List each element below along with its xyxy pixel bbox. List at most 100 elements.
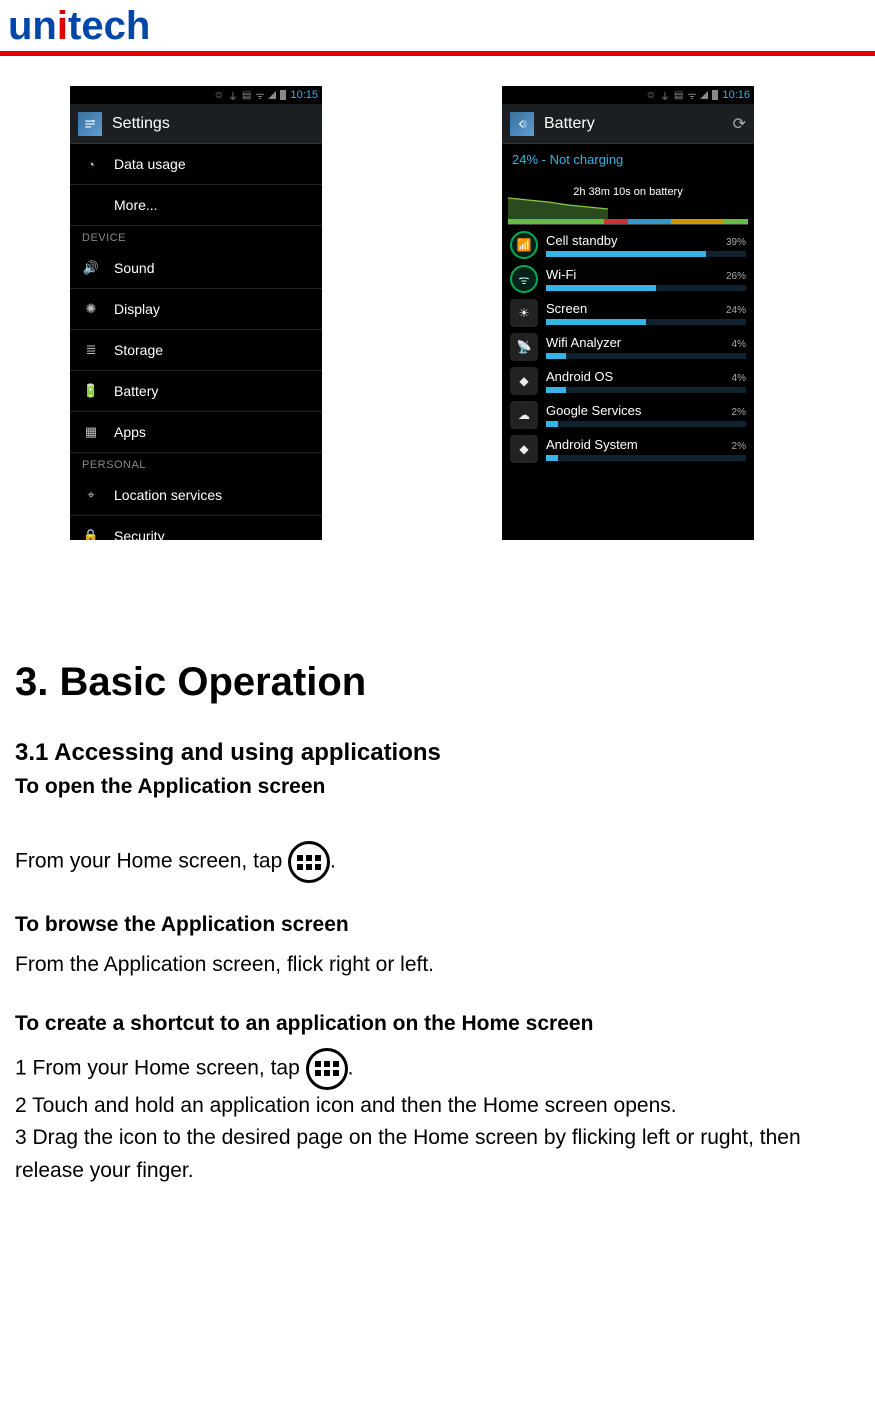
usage-bar: [546, 353, 746, 359]
usage-percent: 4%: [732, 339, 746, 350]
settings-icon[interactable]: [78, 112, 102, 136]
usage-name: Screen: [546, 301, 587, 316]
storage-icon: ≣: [82, 342, 100, 358]
battery-curve: [508, 177, 608, 219]
row-label: Security: [114, 528, 165, 540]
app-icon: 📡: [510, 333, 538, 361]
section-device: DEVICE: [70, 226, 322, 248]
usage-name: Wifi Analyzer: [546, 335, 621, 350]
screenshot-settings: ☺ ⏚ ▤ ᯤ 10:15 Settings ◔Data usage More.…: [70, 86, 322, 540]
row-location[interactable]: ⌖Location services: [70, 475, 322, 516]
usage-row[interactable]: ◆ Android System 2%: [502, 429, 754, 463]
para-open-app: From your Home screen, tap .: [15, 841, 860, 883]
usage-list: 📶Cell standby39%ᯤWi-Fi26%☀Screen24%📡Wifi…: [502, 225, 754, 463]
signal-icon: [268, 91, 276, 99]
row-sound[interactable]: 🔊 Sound: [70, 248, 322, 289]
row-apps[interactable]: ▦ Apps: [70, 412, 322, 453]
step-3: 3 Drag the icon to the desired page on t…: [15, 1122, 860, 1187]
back-icon[interactable]: [510, 112, 534, 136]
usage-percent: 4%: [732, 373, 746, 384]
sound-icon: 🔊: [82, 260, 100, 276]
usage-bar: [546, 387, 746, 393]
usage-name: Wi-Fi: [546, 267, 576, 282]
sub-browse: To browse the Application screen: [15, 913, 860, 937]
section-personal: PERSONAL: [70, 453, 322, 475]
app-icon: ◆: [510, 367, 538, 395]
data-usage-icon: ◔: [82, 157, 100, 172]
text: 1 From your Home screen, tap: [15, 1056, 306, 1079]
usage-percent: 39%: [726, 237, 746, 248]
row-display[interactable]: ✺Display: [70, 289, 322, 330]
screenshot-battery: ☺ ⏚ ▤ ᯤ 10:16 Battery ⟳ 24% - Not chargi…: [502, 86, 754, 540]
usage-name: Cell standby: [546, 233, 618, 248]
chart-segment-bar: [508, 219, 748, 224]
usage-bar: [546, 421, 746, 427]
settings-list: ◔Data usage More... DEVICE 🔊 Sound ✺Displ…: [70, 144, 322, 540]
row-more[interactable]: More...: [70, 185, 322, 226]
battery-chart[interactable]: 2h 38m 10s on battery: [508, 171, 748, 225]
sd-icon: ▤: [242, 90, 251, 101]
usage-bar: [546, 285, 746, 291]
refresh-icon[interactable]: ⟳: [733, 114, 746, 134]
usage-name: Android OS: [546, 369, 613, 384]
usage-row[interactable]: 📶Cell standby39%: [502, 225, 754, 259]
app-bar[interactable]: Settings: [70, 104, 322, 144]
statusbar: ☺ ⏚ ▤ ᯤ 10:16: [502, 86, 754, 104]
usb-icon: ⏚: [228, 88, 238, 103]
app-bar-title: Battery: [544, 115, 723, 133]
row-data-usage[interactable]: ◔Data usage: [70, 144, 322, 185]
usage-row[interactable]: ☀Screen24%: [502, 293, 754, 327]
row-storage[interactable]: ≣Storage: [70, 330, 322, 371]
usage-percent: 2%: [732, 407, 746, 418]
row-label: Battery: [114, 383, 158, 399]
clock: 10:16: [722, 89, 750, 101]
usage-bar: [546, 319, 746, 325]
usage-percent: 24%: [726, 305, 746, 316]
page-header: unitech: [0, 0, 875, 49]
heading-2: 3.1 Accessing and using applications: [15, 739, 860, 767]
step-1: 1 From your Home screen, tap .: [15, 1048, 860, 1090]
wifi-icon: ᯤ: [687, 88, 696, 102]
row-label: Apps: [114, 424, 146, 440]
screenshot-row: ☺ ⏚ ▤ ᯤ 10:15 Settings ◔Data usage More.…: [0, 56, 875, 540]
para-browse: From the Application screen, flick right…: [15, 949, 860, 982]
smiley-icon: ☺: [646, 90, 656, 101]
usage-name: Android System: [546, 437, 638, 452]
chart-caption: 2h 38m 10s on battery: [508, 186, 748, 198]
clock: 10:15: [290, 89, 318, 101]
row-label: Display: [114, 301, 160, 317]
usage-percent: 26%: [726, 271, 746, 282]
app-bar[interactable]: Battery ⟳: [502, 104, 754, 144]
usage-name: Google Services: [546, 403, 641, 418]
text: .: [348, 1056, 354, 1079]
step-2: 2 Touch and hold an application icon and…: [15, 1090, 860, 1123]
sd-icon: ▤: [674, 90, 683, 101]
document-body: 3. Basic Operation 3.1 Accessing and usi…: [0, 540, 875, 1217]
app-icon: ◆: [510, 435, 538, 463]
battery-status[interactable]: 24% - Not charging: [502, 144, 754, 171]
usage-row[interactable]: 📡 Wifi Analyzer 4%: [502, 327, 754, 361]
usage-row[interactable]: ☁ Google Services 2%: [502, 395, 754, 429]
row-label: Location services: [114, 487, 222, 503]
usb-icon: ⏚: [660, 88, 670, 103]
usage-row[interactable]: ᯤWi-Fi26%: [502, 259, 754, 293]
row-battery[interactable]: 🔋Battery: [70, 371, 322, 412]
app-bar-title: Settings: [112, 115, 314, 133]
smiley-icon: ☺: [214, 90, 224, 101]
usage-percent: 2%: [732, 441, 746, 452]
statusbar: ☺ ⏚ ▤ ᯤ 10:15: [70, 86, 322, 104]
app-icon: ☁: [510, 401, 538, 429]
apps-row-icon: ▦: [82, 424, 100, 440]
battery-icon: [712, 90, 718, 100]
text: .: [330, 850, 336, 873]
row-label: Sound: [114, 260, 154, 276]
text: From your Home screen, tap: [15, 850, 282, 873]
row-label: More...: [114, 197, 158, 213]
usage-bar: [546, 455, 746, 461]
usage-bar: [546, 251, 746, 257]
usage-row[interactable]: ◆ Android OS 4%: [502, 361, 754, 395]
row-security[interactable]: 🔒 Security: [70, 516, 322, 540]
apps-grid-icon: [306, 1048, 348, 1090]
sub-open-app: To open the Application screen: [15, 775, 860, 799]
lock-icon: 🔒: [82, 528, 100, 540]
